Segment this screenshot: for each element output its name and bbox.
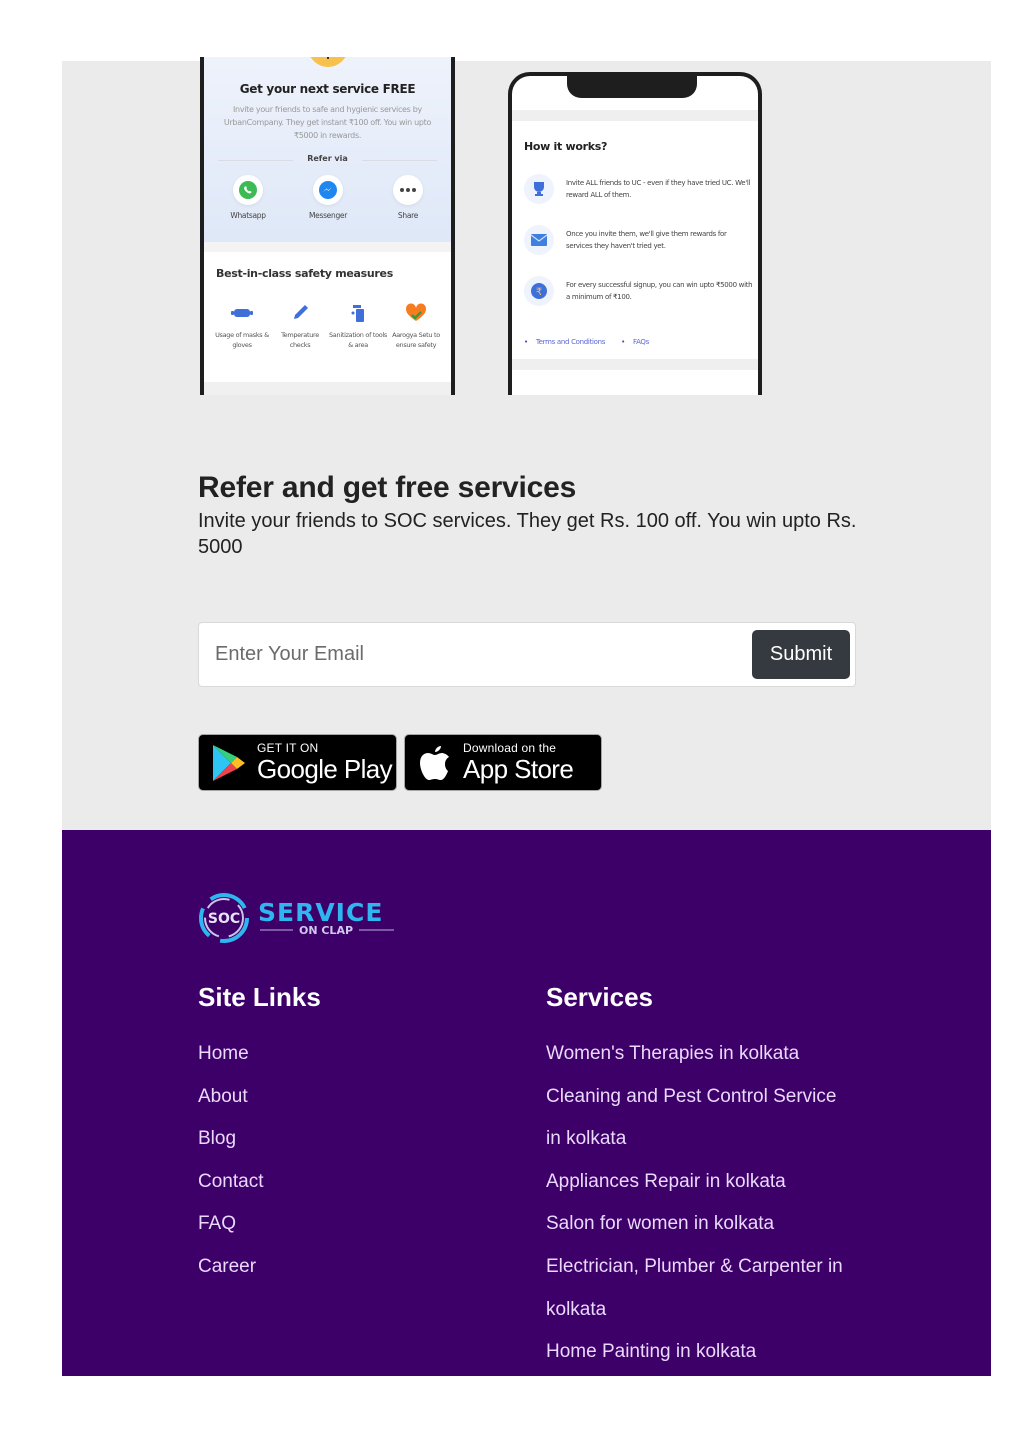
services-list: Women's Therapies in kolkata Cleaning an… (546, 1033, 856, 1374)
divider (204, 382, 451, 395)
heart-check-icon (404, 302, 428, 324)
how-it-works-step: Once you invite them, we'll give them re… (524, 225, 754, 255)
referral-title: Get your next service FREE (239, 82, 416, 96)
footer-link-career[interactable]: Career (198, 1246, 263, 1289)
referral-description: Invite your friends to safe and hygienic… (223, 105, 432, 140)
badge-text: Download on the App Store (463, 742, 574, 784)
service-link-electrician-plumber-carpenter-cont[interactable]: kolkata (546, 1289, 856, 1332)
divider (512, 110, 758, 121)
badge-large-text: Google Play (257, 754, 393, 784)
step-text: For every successful signup, you can win… (566, 281, 753, 301)
mask-icon (230, 302, 254, 324)
service-link-cleaning-pest-control-cont[interactable]: in kolkata (546, 1118, 856, 1161)
rupee-icon: ₹ (524, 276, 554, 306)
share-option-messenger: Messenger (298, 175, 358, 220)
messenger-icon (313, 175, 343, 205)
service-link-salon-women[interactable]: Salon for women in kolkata (546, 1203, 856, 1246)
referral-card: Get your next service FREE Invite your f… (204, 57, 451, 242)
how-it-works-title: How it works? (524, 140, 608, 153)
share-option-label: Whatsapp (230, 211, 266, 220)
step-text: Once you invite them, we'll give them re… (566, 230, 727, 250)
refer-via-label: Refer via (307, 154, 348, 163)
service-on-clap-logo[interactable]: SOC SERVICE ON CLAP (198, 890, 398, 946)
safety-item: Aarogya Setu to ensure safety (386, 302, 446, 350)
safety-label: Temperature checks (281, 331, 319, 349)
submit-button[interactable]: Submit (752, 630, 850, 679)
safety-title: Best-in-class safety measures (216, 267, 393, 280)
email-subscribe-form: Submit (198, 622, 856, 687)
safety-label: Usage of masks & gloves (215, 331, 269, 349)
google-play-icon (209, 743, 249, 783)
footer-link-about[interactable]: About (198, 1076, 263, 1119)
phone-mockup-how-it-works: How it works? Invite ALL friends to UC -… (508, 72, 762, 395)
phone-mockup-referral: Get your next service FREE Invite your f… (200, 57, 455, 395)
site-footer: SOC SERVICE ON CLAP Site Links Home Abou… (62, 830, 991, 1376)
divider (512, 359, 758, 370)
coin-icon (308, 57, 348, 67)
how-it-works-step: Invite ALL friends to UC - even if they … (524, 174, 754, 204)
apple-icon (415, 743, 455, 783)
footer-link-contact[interactable]: Contact (198, 1161, 263, 1204)
site-links-list: Home About Blog Contact FAQ Career (198, 1033, 263, 1289)
safety-label: Sanitization of tools & area (328, 331, 388, 349)
how-it-works-step: ₹ For every successful signup, you can w… (524, 276, 754, 306)
safety-item: Sanitization of tools & area (328, 302, 388, 350)
whatsapp-icon (233, 175, 263, 205)
trophy-icon (524, 174, 554, 204)
divider (362, 160, 437, 161)
refer-description: Invite your friends to SOC services. The… (198, 510, 857, 558)
refer-section: Get your next service FREE Invite your f… (62, 57, 991, 830)
faqs-link: FAQs (621, 338, 649, 346)
logo-tagline: ON CLAP (299, 924, 353, 937)
thermometer-icon (288, 302, 312, 324)
footer-link-blog[interactable]: Blog (198, 1118, 263, 1161)
footer-link-faq[interactable]: FAQ (198, 1203, 263, 1246)
mockup-links: Terms and Conditions FAQs (524, 338, 649, 346)
site-links-title: Site Links (198, 982, 321, 1012)
badge-text: GET IT ON Google Play (257, 742, 393, 784)
service-link-appliances-repair[interactable]: Appliances Repair in kolkata (546, 1161, 856, 1204)
safety-label: Aarogya Setu to ensure safety (392, 331, 440, 349)
refer-title: Refer and get free services (198, 471, 577, 504)
share-option-label: Messenger (308, 211, 348, 220)
safety-item: Usage of masks & gloves (212, 302, 272, 350)
footer-link-home[interactable]: Home (198, 1033, 263, 1076)
email-input[interactable] (200, 624, 740, 685)
phone-notch (567, 76, 697, 98)
sanitizer-icon (346, 302, 370, 324)
service-link-cleaning-pest-control[interactable]: Cleaning and Pest Control Service (546, 1076, 856, 1119)
divider (204, 242, 451, 252)
app-store-badge[interactable]: Download on the App Store (404, 734, 602, 791)
terms-link: Terms and Conditions (524, 338, 606, 346)
service-link-womens-therapies[interactable]: Women's Therapies in kolkata (546, 1033, 856, 1076)
more-icon (393, 175, 423, 205)
safety-item: Temperature checks (270, 302, 330, 350)
service-link-home-painting[interactable]: Home Painting in kolkata (546, 1331, 856, 1374)
share-option-whatsapp: Whatsapp (218, 175, 278, 220)
service-link-electrician-plumber-carpenter[interactable]: Electrician, Plumber & Carpenter in (546, 1246, 856, 1289)
step-text: Invite ALL friends to UC - even if they … (566, 179, 751, 199)
share-option-label: Share (397, 211, 419, 220)
mail-icon (524, 225, 554, 255)
logo-mark: SOC (208, 911, 240, 927)
badge-large-text: App Store (463, 754, 574, 784)
google-play-badge[interactable]: GET IT ON Google Play (198, 734, 397, 791)
share-option-more: Share (378, 175, 438, 220)
services-title: Services (546, 982, 653, 1012)
svg-text:₹: ₹ (536, 287, 542, 298)
logo-name: SERVICE (258, 898, 383, 927)
